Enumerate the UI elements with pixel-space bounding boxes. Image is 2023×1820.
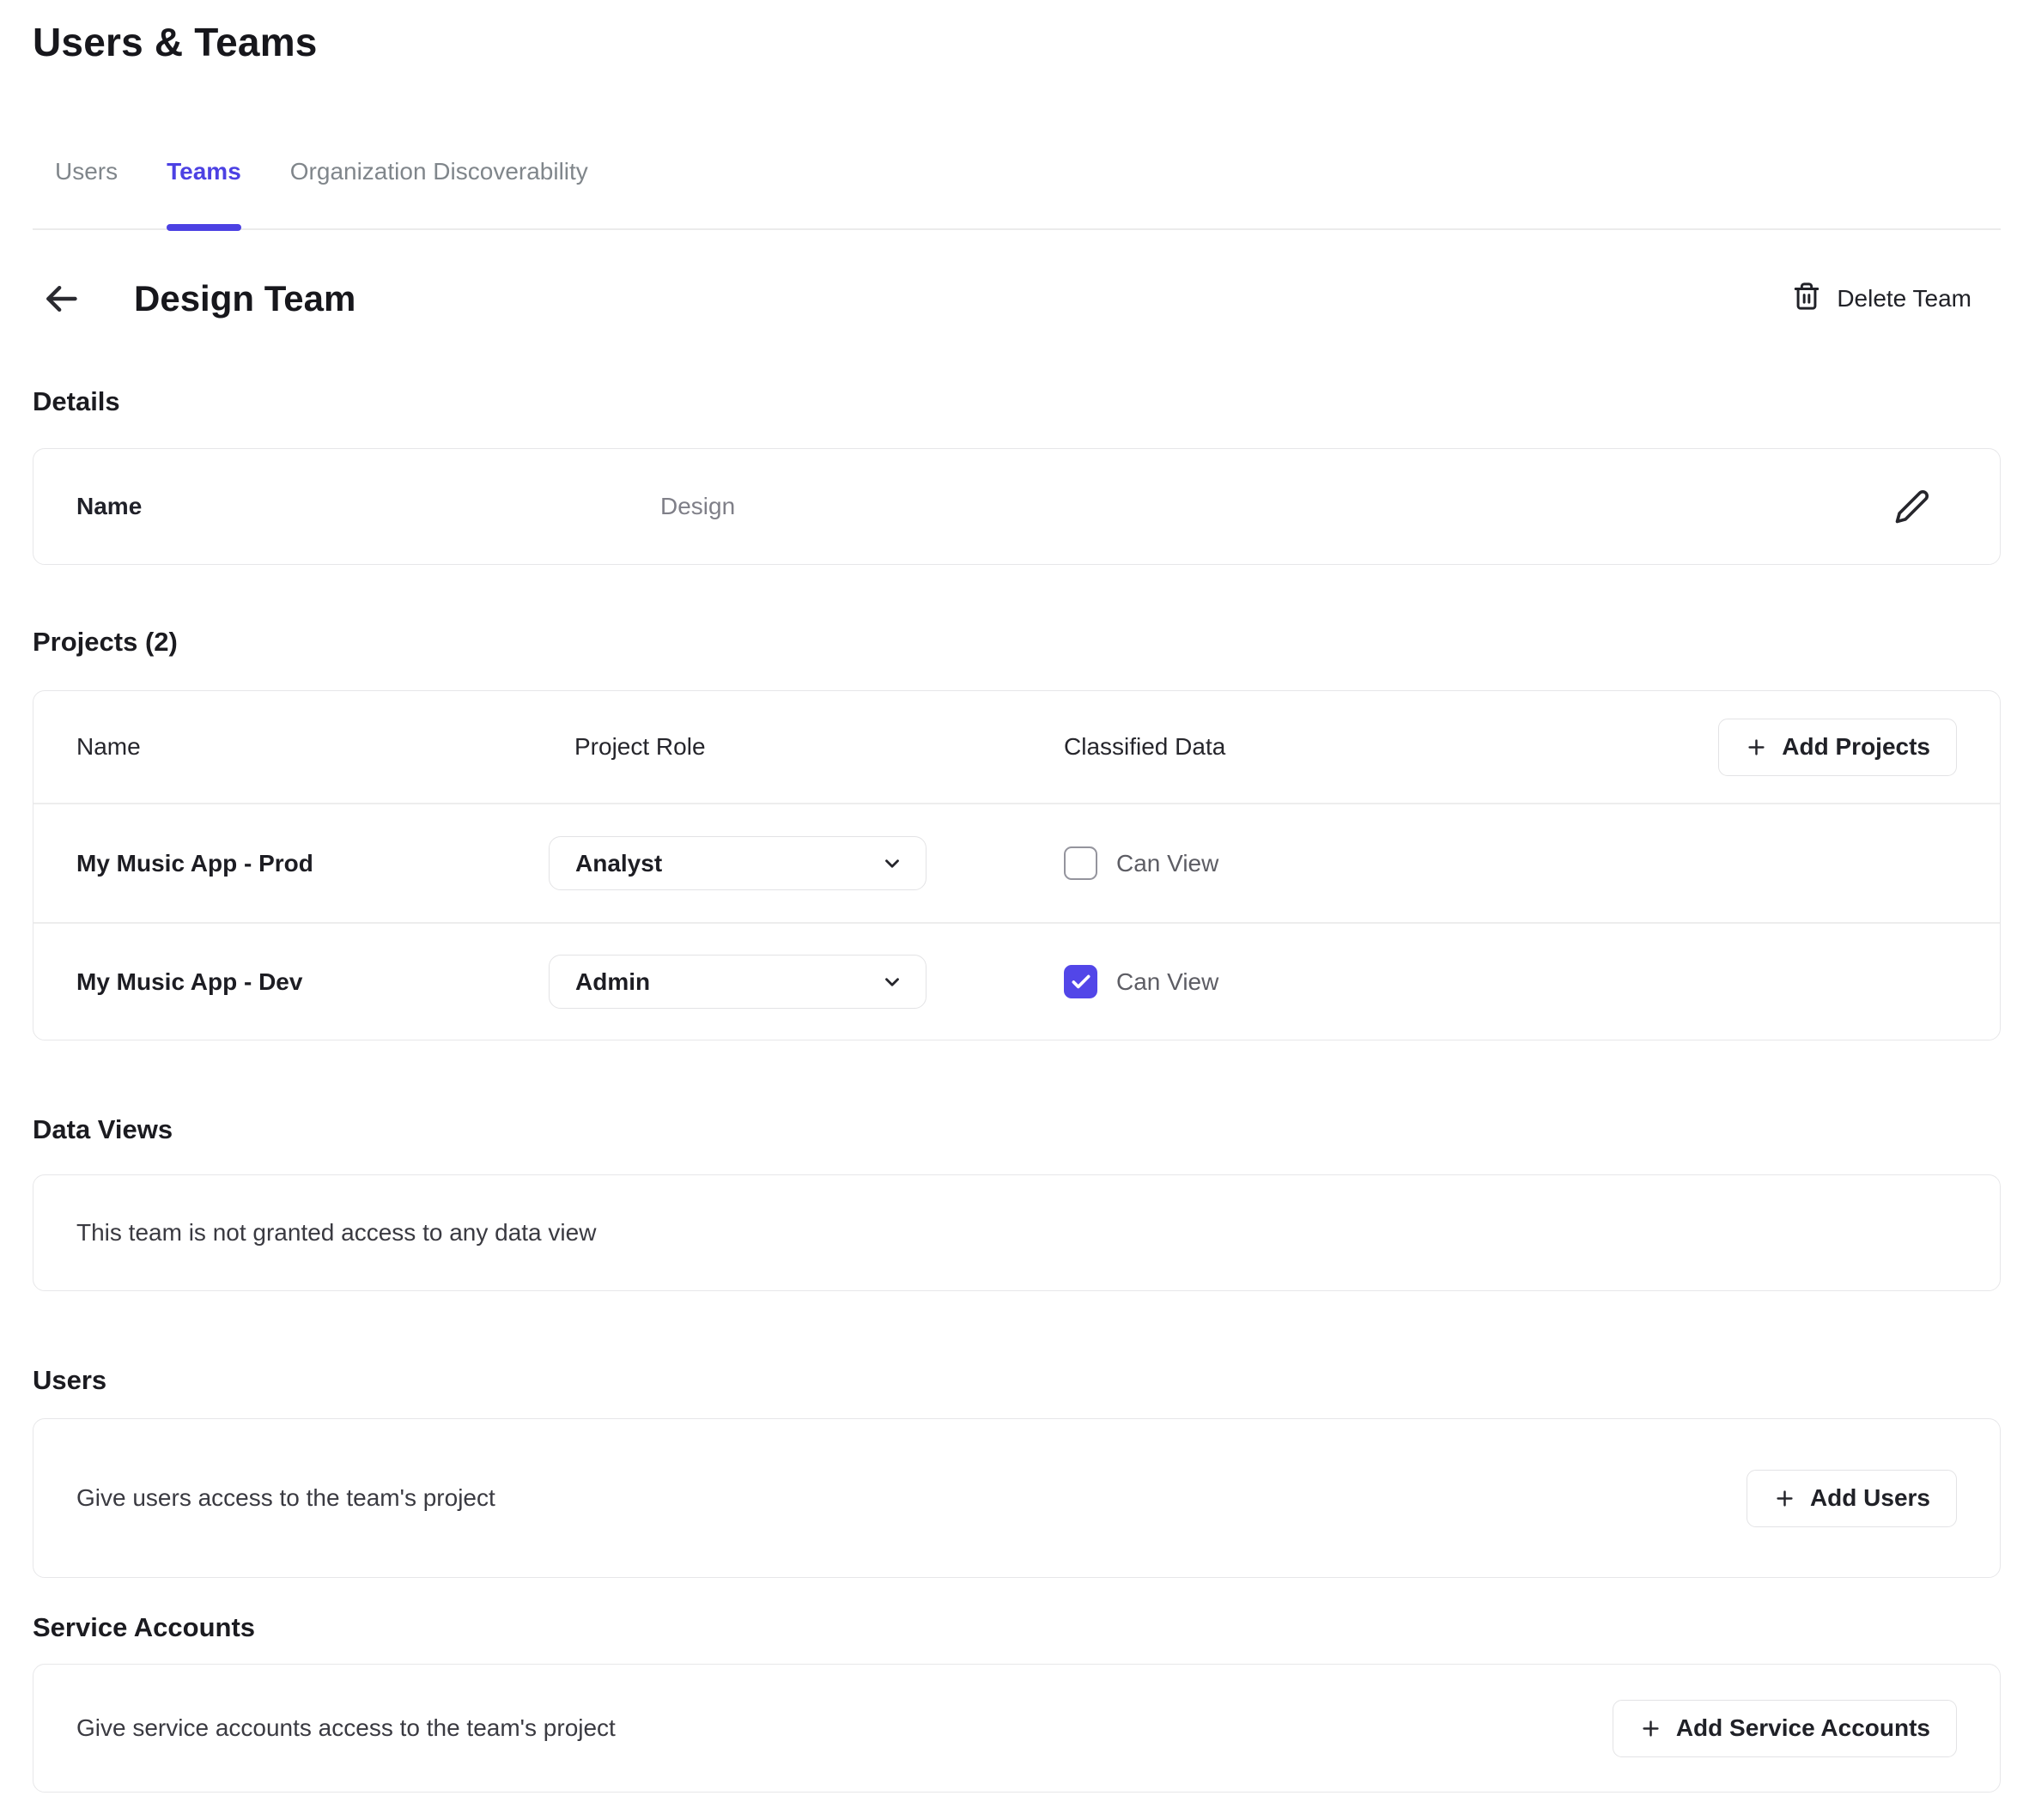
tab-organization-discoverability[interactable]: Organization Discoverability xyxy=(290,158,588,228)
classified-data-cell: Can View xyxy=(926,965,1957,998)
project-role-select[interactable]: Admin xyxy=(549,955,926,1009)
tab-bar: Users Teams Organization Discoverability xyxy=(33,158,2001,230)
project-row: My Music App - Dev Admin Can View xyxy=(33,922,2000,1040)
projects-table-header: Name Project Role Classified Data Add Pr… xyxy=(33,691,2000,804)
team-header: Design Team Delete Team xyxy=(33,278,2001,319)
details-section-title: Details xyxy=(33,386,2001,417)
users-section-title: Users xyxy=(33,1365,2001,1396)
projects-table: Name Project Role Classified Data Add Pr… xyxy=(33,690,2001,1040)
plus-icon xyxy=(1745,736,1768,759)
service-accounts-description: Give service accounts access to the team… xyxy=(76,1714,616,1742)
column-header-project-role: Project Role xyxy=(549,733,926,761)
add-users-button[interactable]: Add Users xyxy=(1747,1470,1957,1527)
tab-teams[interactable]: Teams xyxy=(167,158,241,228)
data-views-empty-text: This team is not granted access to any d… xyxy=(76,1219,596,1247)
can-view-label: Can View xyxy=(1116,850,1218,877)
delete-team-label: Delete Team xyxy=(1837,285,1971,312)
edit-pencil-icon[interactable] xyxy=(1893,488,1931,525)
add-service-accounts-button[interactable]: Add Service Accounts xyxy=(1613,1700,1957,1757)
add-projects-button[interactable]: Add Projects xyxy=(1718,719,1957,776)
chevron-down-icon xyxy=(881,852,903,875)
details-card: Name Design xyxy=(33,448,2001,565)
classified-data-cell: Can View xyxy=(926,846,1957,880)
project-name: My Music App - Prod xyxy=(76,850,549,877)
project-row: My Music App - Prod Analyst Can View xyxy=(33,804,2000,922)
data-views-card: This team is not granted access to any d… xyxy=(33,1174,2001,1291)
project-role-value: Analyst xyxy=(575,850,662,877)
plus-icon xyxy=(1639,1717,1662,1740)
column-header-classified-data: Classified Data xyxy=(926,733,1718,761)
can-view-checkbox[interactable] xyxy=(1064,846,1097,880)
name-label: Name xyxy=(76,493,660,520)
trash-icon xyxy=(1792,282,1821,317)
project-name: My Music App - Dev xyxy=(76,968,549,996)
chevron-down-icon xyxy=(881,971,903,993)
projects-section-title: Projects (2) xyxy=(33,627,2001,658)
can-view-label: Can View xyxy=(1116,968,1218,996)
column-header-name: Name xyxy=(76,733,549,761)
project-role-select[interactable]: Analyst xyxy=(549,836,926,890)
plus-icon xyxy=(1773,1487,1796,1510)
team-title: Design Team xyxy=(134,278,355,319)
page-title: Users & Teams xyxy=(33,19,2001,65)
service-accounts-card: Give service accounts access to the team… xyxy=(33,1664,2001,1793)
back-arrow-icon[interactable] xyxy=(41,279,81,318)
project-role-value: Admin xyxy=(575,968,650,996)
add-service-accounts-label: Add Service Accounts xyxy=(1676,1714,1930,1742)
can-view-checkbox[interactable] xyxy=(1064,965,1097,998)
users-teams-page: Users & Teams Users Teams Organization D… xyxy=(0,0,2023,1793)
name-value: Design xyxy=(660,493,1893,520)
tab-users[interactable]: Users xyxy=(55,158,118,228)
data-views-section-title: Data Views xyxy=(33,1114,2001,1145)
add-users-label: Add Users xyxy=(1810,1484,1930,1512)
checkmark-icon xyxy=(1070,971,1092,993)
delete-team-button[interactable]: Delete Team xyxy=(1792,282,1971,317)
users-description: Give users access to the team's project xyxy=(76,1484,495,1512)
add-projects-label: Add Projects xyxy=(1782,733,1930,761)
service-accounts-section-title: Service Accounts xyxy=(33,1612,2001,1643)
users-card: Give users access to the team's project … xyxy=(33,1418,2001,1578)
